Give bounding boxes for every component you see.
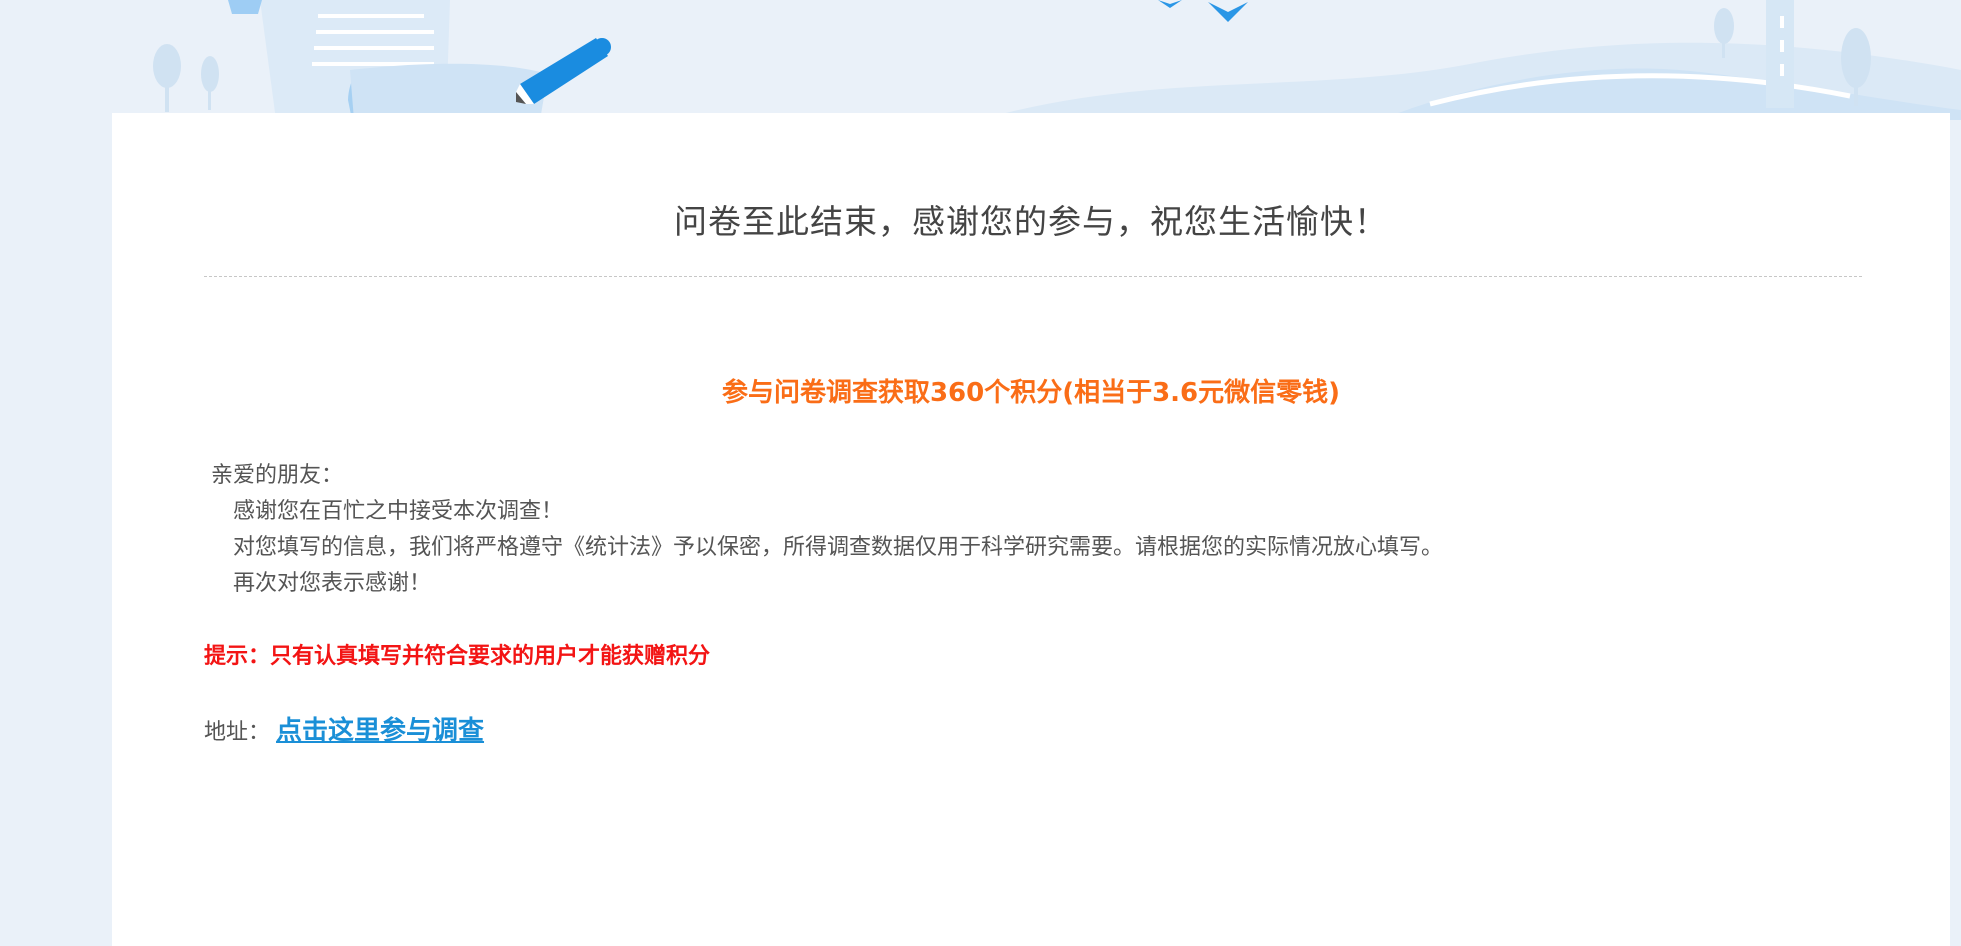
eligibility-hint: 提示：只有认真填写并符合要求的用户才能获赠积分 xyxy=(204,644,711,669)
survey-address: 地址： 点击这里参与调查 xyxy=(204,710,484,747)
survey-link[interactable]: 点击这里参与调查 xyxy=(276,716,484,746)
intro-line: 感谢您在百忙之中接受本次调查！ xyxy=(233,499,564,524)
result-card: 问卷至此结束，感谢您的参与，祝您生活愉快！ 参与问卷调查获取360个积分(相当于… xyxy=(112,113,1950,946)
header-banner-illustration xyxy=(153,0,1961,120)
intro-greeting: 亲爱的朋友： xyxy=(211,463,344,488)
reward-heading: 参与问卷调查获取360个积分(相当于3.6元微信零钱) xyxy=(721,378,1341,408)
title-divider xyxy=(204,276,1862,277)
address-label: 地址： xyxy=(204,720,271,745)
intro-text-block: 亲爱的朋友： 感谢您在百忙之中接受本次调查！ 对您填写的信息，我们将严格遵守《统… xyxy=(211,458,1443,602)
page-title: 问卷至此结束，感谢您的参与，祝您生活愉快！ xyxy=(674,202,1388,241)
intro-line: 对您填写的信息，我们将严格遵守《统计法》予以保密，所得调查数据仅用于科学研究需要… xyxy=(233,535,1444,560)
intro-line: 再次对您表示感谢！ xyxy=(233,571,432,596)
